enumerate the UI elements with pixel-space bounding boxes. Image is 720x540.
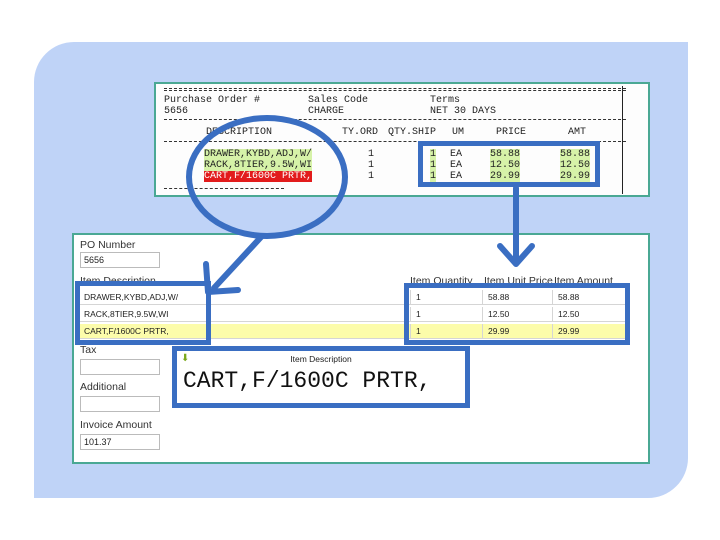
connector-arrows bbox=[203, 185, 535, 295]
arrow-line bbox=[211, 233, 265, 291]
